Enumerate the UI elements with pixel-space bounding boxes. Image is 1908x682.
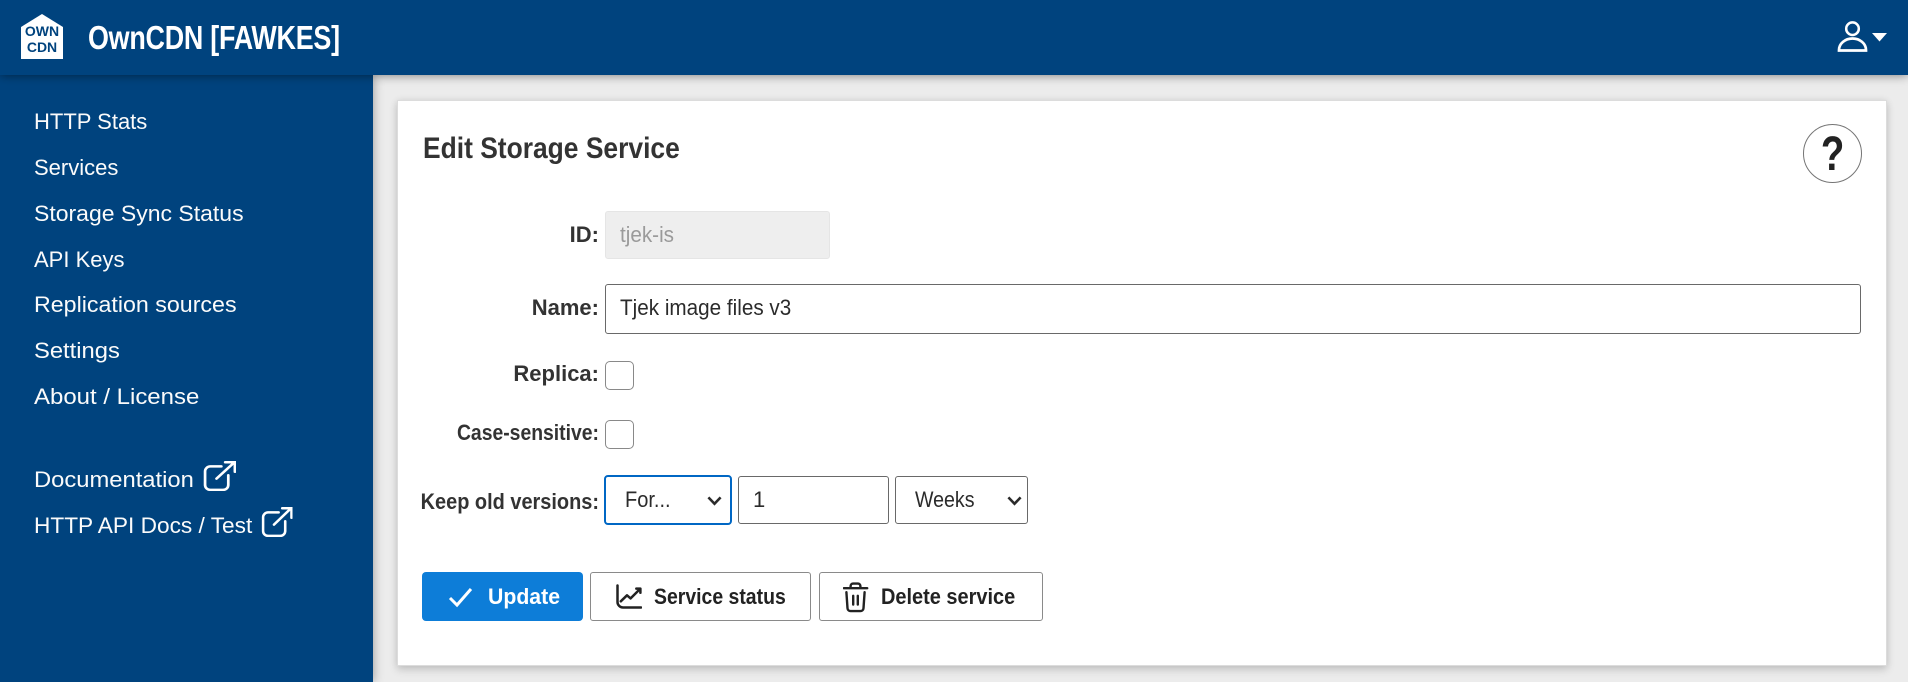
svg-text:OWN: OWN	[25, 23, 59, 39]
svg-text:CDN: CDN	[27, 39, 57, 55]
